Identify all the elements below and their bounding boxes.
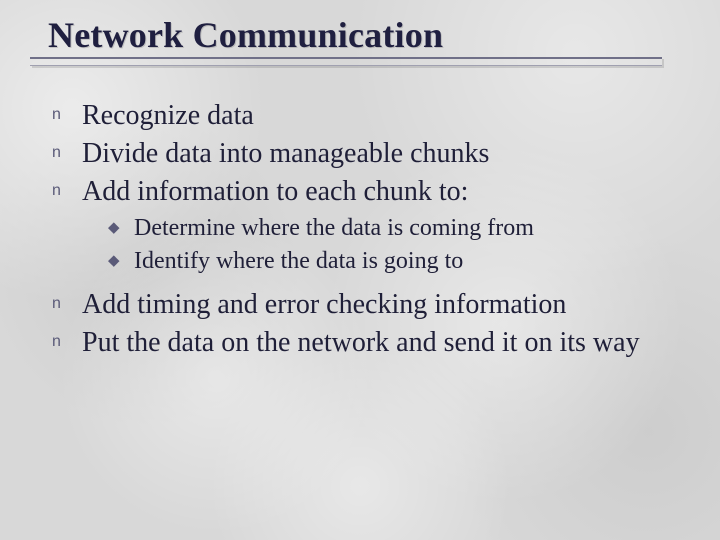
list-item-text: Identify where the data is going to bbox=[134, 246, 688, 277]
bullet-level1-icon: n bbox=[50, 136, 82, 170]
list-item: n Add information to each chunk to: bbox=[50, 174, 688, 210]
list-item-text: Add timing and error checking informatio… bbox=[82, 287, 688, 323]
list-item: n Recognize data bbox=[50, 98, 688, 134]
sub-list: ◆ Determine where the data is coming fro… bbox=[108, 213, 688, 276]
slide-title: Network Communication bbox=[48, 14, 688, 56]
list-item-text: Recognize data bbox=[82, 98, 688, 134]
bullet-level1-icon: n bbox=[50, 287, 82, 321]
bullet-level1-icon: n bbox=[50, 325, 82, 359]
bullet-level1-icon: n bbox=[50, 174, 82, 208]
slide-body: n Recognize data n Divide data into mana… bbox=[48, 98, 688, 361]
bullet-level2-icon: ◆ bbox=[108, 246, 134, 276]
list-item: n Put the data on the network and send i… bbox=[50, 325, 688, 361]
list-item-text: Put the data on the network and send it … bbox=[82, 325, 688, 361]
bullet-level1-icon: n bbox=[50, 98, 82, 132]
list-item-text: Divide data into manageable chunks bbox=[82, 136, 688, 172]
slide: Network Communication n Recognize data n… bbox=[0, 0, 720, 540]
list-item-text: Determine where the data is coming from bbox=[134, 213, 688, 244]
list-item-text: Add information to each chunk to: bbox=[82, 174, 688, 210]
list-item: n Add timing and error checking informat… bbox=[50, 287, 688, 323]
list-item: ◆ Determine where the data is coming fro… bbox=[108, 213, 688, 244]
list-item: n Divide data into manageable chunks bbox=[50, 136, 688, 172]
list-item: ◆ Identify where the data is going to bbox=[108, 246, 688, 277]
title-underline: Network Communication bbox=[48, 14, 688, 62]
bullet-level2-icon: ◆ bbox=[108, 213, 134, 243]
